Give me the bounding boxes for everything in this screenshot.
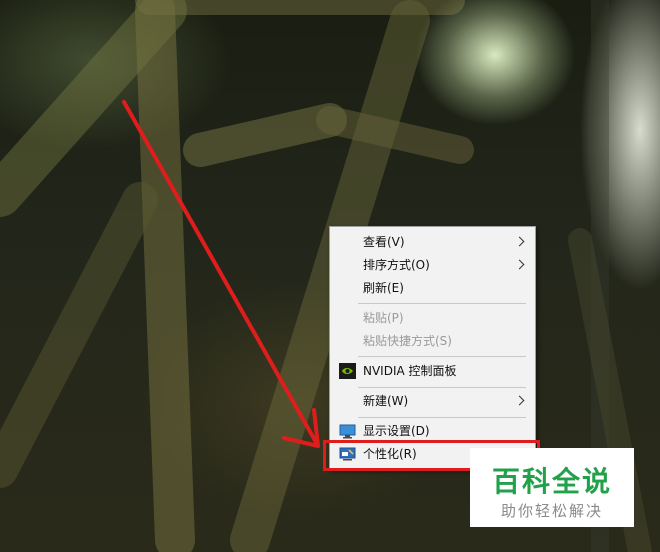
chevron-right-icon <box>514 259 525 270</box>
menu-item-paste: 粘贴(P) <box>330 307 535 330</box>
menu-item-refresh[interactable]: 刷新(E) <box>330 277 535 300</box>
chevron-right-icon <box>514 236 525 247</box>
display-icon <box>339 424 356 439</box>
menu-item-nvidia-control-panel[interactable]: NVIDIA 控制面板 <box>330 360 535 383</box>
menu-item-new[interactable]: 新建(W) <box>330 390 535 413</box>
menu-item-label: NVIDIA 控制面板 <box>363 364 457 378</box>
menu-separator <box>358 387 526 388</box>
watermark-logo: 百科全说 助你轻松解决 <box>470 448 634 527</box>
desktop-context-menu: 查看(V) 排序方式(O) 刷新(E) 粘贴(P) 粘贴快捷方式(S) NVID… <box>329 226 536 470</box>
menu-item-view[interactable]: 查看(V) <box>330 231 535 254</box>
menu-separator <box>358 417 526 418</box>
chevron-right-icon <box>514 395 525 406</box>
watermark-subtitle: 助你轻松解决 <box>500 502 603 520</box>
menu-item-label: 粘贴快捷方式(S) <box>363 334 452 348</box>
menu-item-paste-shortcut: 粘贴快捷方式(S) <box>330 330 535 353</box>
menu-item-label: 刷新(E) <box>363 281 404 295</box>
menu-item-label: 新建(W) <box>363 394 409 408</box>
desktop-screen[interactable]: 查看(V) 排序方式(O) 刷新(E) 粘贴(P) 粘贴快捷方式(S) NVID… <box>0 0 660 552</box>
menu-item-label: 排序方式(O) <box>363 258 430 272</box>
menu-separator <box>358 303 526 304</box>
watermark-title: 百科全说 <box>491 465 612 498</box>
menu-item-sort-by[interactable]: 排序方式(O) <box>330 254 535 277</box>
menu-item-label: 查看(V) <box>363 235 405 249</box>
menu-separator <box>358 356 526 357</box>
nvidia-icon <box>339 363 356 379</box>
menu-item-label: 粘贴(P) <box>363 311 404 325</box>
